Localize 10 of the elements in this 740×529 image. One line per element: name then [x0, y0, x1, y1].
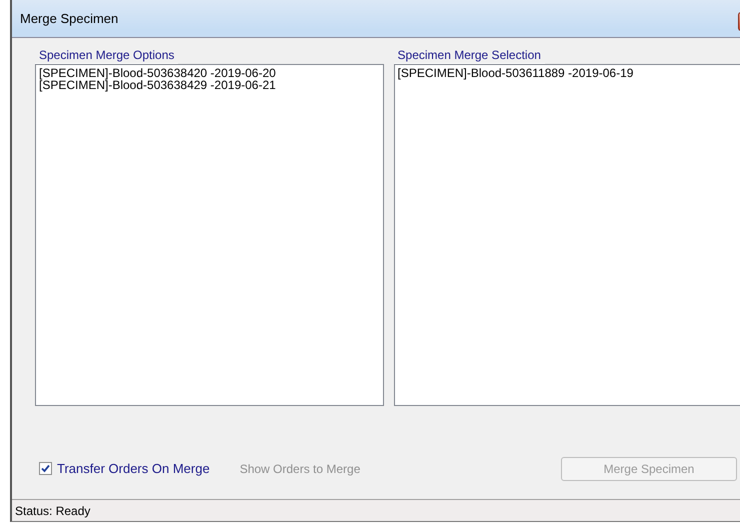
check-icon — [41, 464, 50, 473]
checkbox-label[interactable]: Transfer Orders On Merge — [57, 461, 210, 476]
checkbox[interactable] — [39, 462, 52, 475]
window-title: Merge Specimen — [20, 11, 118, 26]
list-item[interactable]: [SPECIMEN]-Blood-503638420 -2019-06-20 — [39, 67, 380, 79]
list-item[interactable]: [SPECIMEN]-Blood-503611889 -2019-06-19 — [398, 67, 740, 79]
list-box[interactable]: [SPECIMEN]-Blood-503611889 -2019-06-19 — [394, 64, 740, 406]
list-box[interactable]: [SPECIMEN]-Blood-503638420 -2019-06-20 [SPECIMEN]-Blood-503638429 -2019-06-21 — [35, 64, 384, 406]
list-item[interactable]: [SPECIMEN]-Blood-503638429 -2019-06-21 — [39, 79, 380, 91]
status-text: Status: Ready — [15, 504, 90, 518]
